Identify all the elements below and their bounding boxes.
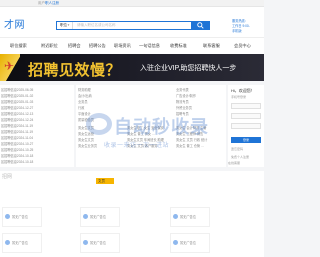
ad-card-label: 暂无广告位 bbox=[90, 215, 106, 219]
nav-item-notices[interactable]: 招聘公告 bbox=[89, 38, 106, 54]
job-link[interactable]: 业务代表 bbox=[176, 87, 189, 92]
ad-icon bbox=[5, 240, 10, 245]
notice-item[interactable]: 区招聘信息2024-10-18 bbox=[1, 153, 33, 158]
search-input[interactable]: 请输入职位名或公司名称 bbox=[77, 22, 116, 29]
login-button[interactable]: 登录 bbox=[231, 137, 261, 143]
ad-card-label: 暂无广告位 bbox=[180, 241, 196, 245]
register-label[interactable]: 职人注册 bbox=[45, 1, 59, 5]
job-link[interactable]: 行政 bbox=[78, 105, 84, 110]
nav-item-nearby[interactable]: 附近职位 bbox=[41, 38, 58, 54]
topbar-prefix: 用户 bbox=[38, 1, 45, 5]
section-title: 招网 bbox=[2, 174, 13, 180]
notice-item[interactable]: 区招聘信息2024-12-13 bbox=[1, 111, 33, 116]
main-nav: 职位搜索 附近职位 招聘会 招聘公告 职场资讯 一句话信息 收费标准 联系客服 … bbox=[0, 37, 264, 54]
notice-item[interactable]: 区招聘信息2024-10-25 bbox=[1, 147, 33, 152]
notice-item[interactable]: 区招聘信息2024-10-27 bbox=[1, 141, 33, 146]
ad-card-label: 暂无广告位 bbox=[12, 241, 28, 245]
nav-item-news[interactable]: 职场资讯 bbox=[114, 38, 131, 54]
search-button[interactable] bbox=[192, 21, 210, 30]
notice-item[interactable]: 区招聘信息2024-12-24 bbox=[1, 117, 33, 122]
watermark: 自动秒收录 收录一来访一次一进站 bbox=[84, 113, 208, 153]
register-link[interactable]: 用户职人注册 bbox=[38, 1, 59, 6]
rocket-icon: ✈ bbox=[4, 59, 15, 73]
login-method-label[interactable]: 手机号登录 bbox=[231, 95, 246, 99]
watermark-title: 自动秒收录 bbox=[114, 117, 209, 137]
nav-item-one-line[interactable]: 一句话信息 bbox=[139, 38, 160, 54]
header: 才网 职位 ▼ 请输入职位名或公司名称 服务热线： 工作日 9:00- 手机版 bbox=[0, 7, 264, 37]
nav-item-job-fair[interactable]: 招聘会 bbox=[68, 38, 81, 54]
ad-icon bbox=[173, 240, 178, 245]
job-link[interactable]: 会计/出纳 bbox=[78, 93, 92, 98]
top-bar: 用户职人注册 bbox=[0, 0, 264, 7]
nav-item-job-search[interactable]: 职位搜索 bbox=[10, 38, 27, 54]
notice-item[interactable]: 区招聘信息2025-01-03 bbox=[1, 99, 33, 104]
ad-card[interactable]: 暂无广告位 bbox=[170, 207, 210, 227]
mobile-link[interactable]: 手机版 bbox=[232, 29, 264, 34]
notice-item[interactable]: 区招聘信息2024-11-19 bbox=[1, 129, 33, 134]
category-tag[interactable]: 文员 bbox=[96, 178, 114, 184]
search-type-label: 职位 bbox=[60, 23, 67, 27]
ad-icon bbox=[173, 214, 178, 219]
notice-item[interactable]: 区招聘信息2024-12-27 bbox=[1, 105, 33, 110]
notice-item[interactable]: 区招聘信息2025-01-02 bbox=[1, 93, 33, 98]
banner-subtitle: 入驻企业VIP,助您招聘快人一步 bbox=[140, 65, 237, 72]
captcha-field[interactable] bbox=[231, 123, 261, 129]
ad-icon bbox=[83, 240, 88, 245]
login-panel: Hi，欢迎您！ 手机号登录 登录 遗忘密码 免费个人注册 bbox=[228, 85, 264, 167]
welcome-text: Hi，欢迎您！ bbox=[231, 88, 255, 93]
category-tag-label: 文员 bbox=[98, 179, 105, 183]
job-link[interactable]: 外贸业务员 bbox=[176, 105, 192, 110]
customer-service-link[interactable]: 在线客服 bbox=[228, 161, 240, 165]
ad-card-label: 暂无广告位 bbox=[12, 215, 28, 219]
search-icon bbox=[197, 22, 204, 29]
notice-item[interactable]: 区招聘信息2024-11-19 bbox=[1, 123, 33, 128]
notice-item[interactable]: 区招聘信息2024-10-18 bbox=[1, 159, 33, 164]
search-type-select[interactable]: 职位 ▼ bbox=[57, 22, 73, 29]
notice-list: 区招聘信息2025-06-05 区招聘信息2025-01-02 区招聘信息202… bbox=[0, 85, 74, 167]
search-box[interactable]: 职位 ▼ 请输入职位名或公司名称 bbox=[56, 21, 192, 30]
ad-card[interactable]: 暂无广告位 bbox=[80, 233, 120, 253]
ad-card[interactable]: 暂无广告位 bbox=[80, 207, 120, 227]
watermark-logo-icon bbox=[86, 113, 112, 135]
notice-item[interactable]: 区招聘信息2025-06-05 bbox=[1, 87, 33, 92]
ad-card-label: 暂无广告位 bbox=[180, 215, 196, 219]
register-link-secondary[interactable]: 免费个人注册 bbox=[231, 155, 249, 159]
watermark-subtitle: 收录一来访一次一进站 bbox=[104, 143, 170, 149]
hotline-info: 服务热线： 工作日 9:00- 手机版 bbox=[232, 19, 264, 34]
chevron-down-icon: ▼ bbox=[67, 23, 70, 27]
ad-card[interactable]: 暂无广告位 bbox=[170, 233, 210, 253]
job-link[interactable]: 广告设计/制作 bbox=[176, 93, 196, 98]
nav-item-member[interactable]: 会员中心 bbox=[234, 38, 251, 54]
forgot-password-link[interactable]: 遗忘密码 bbox=[231, 147, 243, 151]
promo-banner[interactable]: ✈ 招聘见效慢？ 入驻企业VIP,助您招聘快人一步 bbox=[0, 54, 264, 81]
job-link[interactable]: 财务助理 bbox=[78, 87, 91, 92]
nav-item-pricing[interactable]: 收费标准 bbox=[170, 38, 187, 54]
nav-item-support[interactable]: 联系客服 bbox=[203, 38, 220, 54]
ad-icon bbox=[5, 214, 10, 219]
job-link[interactable]: 业务员 bbox=[78, 99, 88, 104]
phone-field[interactable] bbox=[231, 103, 261, 109]
ad-card[interactable]: 暂无广告位 bbox=[2, 233, 42, 253]
site-logo[interactable]: 才网 bbox=[4, 16, 25, 31]
password-field[interactable] bbox=[231, 113, 261, 119]
ad-icon bbox=[83, 214, 88, 219]
ad-card[interactable]: 暂无广告位 bbox=[2, 207, 42, 227]
notice-item[interactable]: 区招聘信息2024-11-04 bbox=[1, 135, 33, 140]
ad-card-label: 暂无广告位 bbox=[90, 241, 106, 245]
main-content: 区招聘信息2025-06-05 区招聘信息2025-01-02 区招聘信息202… bbox=[0, 81, 264, 257]
banner-title: 招聘见效慢？ bbox=[28, 62, 122, 79]
job-link[interactable]: 物流专员 bbox=[176, 99, 189, 104]
ad-section: 招网 暂无广告位 暂无广告位 暂无广告位 暂无广告位 暂无广告位 暂无广告位 bbox=[0, 171, 264, 257]
